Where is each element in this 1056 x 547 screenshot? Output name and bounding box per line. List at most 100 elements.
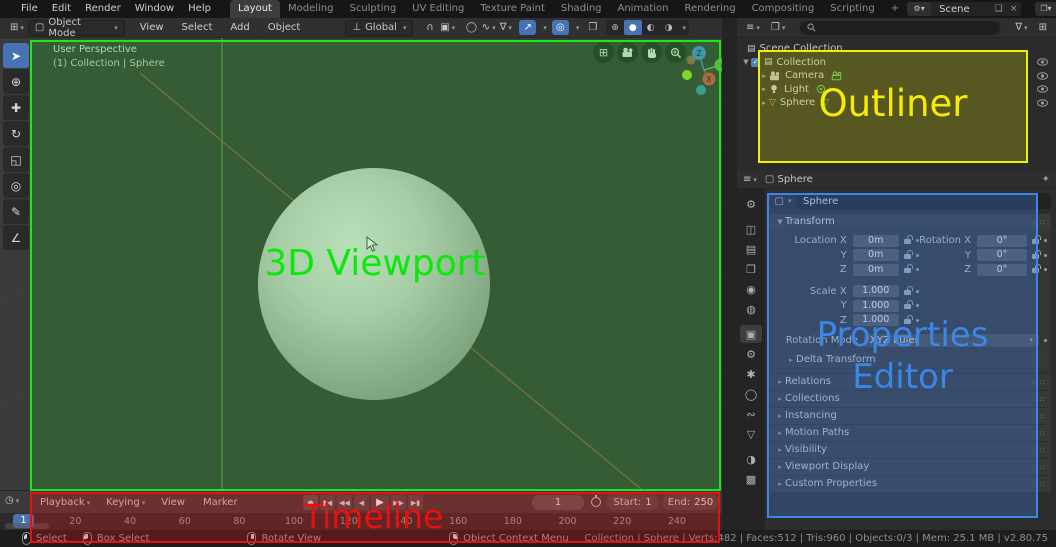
playback-button[interactable]: ◀◀ bbox=[337, 495, 352, 510]
workspace-tab[interactable]: Modeling bbox=[280, 0, 342, 18]
workspace-tab[interactable]: + bbox=[883, 0, 907, 18]
playback-button[interactable]: ● bbox=[303, 495, 318, 510]
transform-value-field[interactable]: 0° bbox=[977, 264, 1027, 276]
lock-icon[interactable] bbox=[904, 304, 911, 309]
timeline-scrollbar[interactable] bbox=[5, 523, 49, 529]
new-collection-icon[interactable]: ⊞ bbox=[1035, 22, 1051, 33]
menu-item[interactable]: Help bbox=[181, 0, 218, 18]
properties-tab[interactable]: ◯ bbox=[740, 385, 762, 403]
outliner-editor-type-icon[interactable]: ≡▾ bbox=[742, 22, 764, 33]
snap-magnet-icon[interactable]: ∩ bbox=[421, 20, 438, 35]
editor-divider[interactable] bbox=[722, 18, 737, 530]
drag-handle[interactable]: :::: bbox=[1033, 429, 1046, 437]
drag-handle[interactable]: :::: bbox=[1033, 480, 1046, 488]
expand-icon[interactable]: ▸ bbox=[759, 85, 769, 93]
expand-icon[interactable]: ▸ bbox=[759, 99, 769, 107]
workspace-tab[interactable]: Compositing bbox=[744, 0, 823, 18]
drag-handle[interactable]: :::: bbox=[1033, 446, 1046, 454]
workspace-tab[interactable]: Animation bbox=[610, 0, 677, 18]
tool-button[interactable]: ↻ bbox=[3, 121, 29, 146]
lock-icon[interactable] bbox=[904, 290, 911, 295]
wireframe-shading-button[interactable]: ⊕ bbox=[606, 20, 624, 35]
expand-icon[interactable]: ▸ bbox=[759, 72, 769, 80]
proportional-editing-icon[interactable]: ◯ bbox=[463, 20, 480, 35]
auto-keyframe-icon[interactable] bbox=[591, 497, 601, 507]
workspace-tab[interactable]: Shading bbox=[553, 0, 610, 18]
timeline-menu-item[interactable]: View bbox=[153, 494, 195, 512]
tool-button[interactable]: ∠ bbox=[3, 225, 29, 250]
tool-button[interactable]: ◱ bbox=[3, 147, 29, 172]
timeline-editor-type-icon[interactable]: ◷▾ bbox=[5, 495, 19, 506]
drag-handle[interactable]: :::: bbox=[1033, 378, 1046, 386]
current-frame-field[interactable]: 1 bbox=[532, 495, 584, 510]
disclosure-icon[interactable]: ▼ bbox=[741, 58, 751, 66]
timeline-menu-item[interactable]: Marker bbox=[195, 494, 248, 512]
playback-button[interactable]: ▶ bbox=[371, 495, 389, 510]
collapsed-panel[interactable]: ▸ Visibility :::: bbox=[770, 442, 1051, 458]
properties-tab[interactable]: ⚙ bbox=[740, 345, 762, 363]
properties-tab[interactable]: ⚙ bbox=[740, 195, 762, 213]
perspective-toggle-icon[interactable]: ⊞ bbox=[593, 42, 614, 63]
transform-value-field[interactable]: 1.000 bbox=[853, 300, 899, 312]
tool-button[interactable]: ✚ bbox=[3, 95, 29, 120]
workspace-tab[interactable]: Sculpting bbox=[341, 0, 404, 18]
lock-icon[interactable] bbox=[904, 319, 911, 324]
properties-editor-type-icon[interactable]: ≡▾ bbox=[743, 174, 757, 185]
outliner-search-input[interactable] bbox=[800, 21, 1000, 35]
proportional-falloff-icon[interactable]: ∿▾ bbox=[480, 20, 497, 35]
drag-handle[interactable]: :::: bbox=[1033, 218, 1046, 226]
viewport-menu-item[interactable]: Object bbox=[259, 19, 310, 37]
collapsed-panel[interactable]: ▸ Relations :::: bbox=[770, 374, 1051, 390]
pan-view-icon[interactable] bbox=[641, 42, 662, 63]
drag-handle[interactable]: :::: bbox=[1033, 395, 1046, 403]
lock-icon[interactable] bbox=[1032, 254, 1039, 259]
timeline-ruler[interactable]: 20406080100120140160180200220240 1 bbox=[0, 513, 737, 530]
show-overlays-toggle[interactable]: ◎ bbox=[552, 20, 569, 35]
rotation-mode-dropdown[interactable]: XYZ Euler ▾ bbox=[864, 334, 1039, 347]
playback-button[interactable]: ▶▶ bbox=[391, 495, 406, 510]
properties-tab[interactable]: ◍ bbox=[740, 300, 762, 318]
lock-icon[interactable] bbox=[1032, 268, 1039, 273]
viewport-menu-item[interactable]: View bbox=[131, 19, 173, 37]
display-mode-icon[interactable]: ❐▾ bbox=[767, 22, 789, 33]
duplicate-scene-icon[interactable]: ❏ bbox=[991, 4, 1006, 14]
overlays-dropdown-icon[interactable]: ▾ bbox=[576, 24, 580, 32]
viewport-menu-item[interactable]: Select bbox=[173, 19, 222, 37]
eye-icon[interactable] bbox=[1037, 72, 1048, 80]
timeline-menu-item[interactable]: Playback▾ bbox=[32, 494, 98, 512]
mode-selector[interactable]: ▢ Object Mode ▾ bbox=[28, 20, 125, 36]
view-layer-selector[interactable]: ❐▾ View Layer ❏ × bbox=[1035, 2, 1056, 16]
menu-item[interactable]: Window bbox=[128, 0, 181, 18]
snap-target-icon[interactable]: ▣▾ bbox=[438, 20, 456, 35]
workspace-tab[interactable]: Texture Paint bbox=[472, 0, 553, 18]
lock-icon[interactable] bbox=[904, 254, 911, 259]
menu-item[interactable]: Edit bbox=[45, 0, 78, 18]
properties-tab[interactable]: ▤ bbox=[740, 240, 762, 258]
keyframe-dot-icon[interactable] bbox=[1044, 239, 1047, 242]
workspace-tab[interactable]: Layout bbox=[230, 0, 280, 18]
workspace-tab[interactable]: UV Editing bbox=[404, 0, 472, 18]
drag-handle[interactable]: :::: bbox=[1033, 412, 1046, 420]
transform-value-field[interactable]: 1.000 bbox=[853, 285, 899, 297]
playback-button[interactable]: ▮◀ bbox=[320, 495, 335, 510]
frame-end-field[interactable]: End: 250 bbox=[662, 495, 719, 510]
gizmo-dropdown-icon[interactable]: ▾ bbox=[543, 24, 547, 32]
tool-button[interactable]: ⊕ bbox=[3, 69, 29, 94]
drag-handle[interactable]: :::: bbox=[1033, 463, 1046, 471]
material-shading-button[interactable]: ◐ bbox=[642, 20, 660, 35]
outliner-row-scene-collection[interactable]: ▤ Scene Collection bbox=[737, 42, 1056, 56]
playback-button[interactable]: ▶▮ bbox=[408, 495, 423, 510]
workspace-tab[interactable]: Scripting bbox=[822, 0, 882, 18]
properties-tab[interactable]: ✱ bbox=[740, 365, 762, 383]
viewport-menu-item[interactable]: Add bbox=[221, 19, 258, 37]
collapsed-panel[interactable]: ▸ Viewport Display :::: bbox=[770, 459, 1051, 475]
collection-checkbox[interactable]: ✓ bbox=[751, 58, 760, 67]
view-layer-icon[interactable]: ❐▾ bbox=[1035, 2, 1056, 16]
menu-item[interactable]: File bbox=[14, 0, 45, 18]
rendered-shading-button[interactable]: ◑ bbox=[660, 20, 678, 35]
delta-transform-panel[interactable]: ▸ Delta Transform bbox=[774, 353, 1047, 367]
properties-tab[interactable]: ◉ bbox=[740, 280, 762, 298]
properties-tab[interactable]: ❐ bbox=[740, 260, 762, 278]
lock-icon[interactable] bbox=[904, 268, 911, 273]
outliner-row-sphere[interactable]: ▸ ▽ Sphere ▽ bbox=[737, 96, 1056, 110]
